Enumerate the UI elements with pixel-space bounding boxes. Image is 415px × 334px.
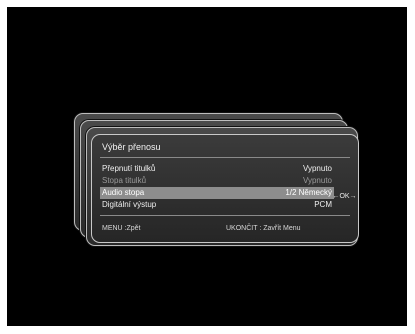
settings-list: Přepnutí titulků Vypnuto Stopa titulků V… [100,163,334,211]
subtitle-toggle-row[interactable]: Přepnutí titulků Vypnuto [100,163,334,175]
digital-output-value: PCM [314,200,332,209]
dialog-footer: MENU :Zpět UKONČIT : Zavřít Menu [100,223,350,235]
exit-close-menu-hint[interactable]: UKONČIT : Zavřít Menu [226,223,301,235]
audio-track-row[interactable]: Audio stopa 1/2 Německý [100,187,334,199]
title-divider [100,157,350,158]
ok-arrows-hint[interactable]: ←OK→ [331,191,358,203]
transfer-selection-dialog: Výběr přenosu Přepnutí titulků Vypnuto S… [91,134,359,243]
audio-track-label: Audio stopa [102,188,145,197]
digital-output-label: Digitální výstup [102,200,157,209]
subtitle-toggle-value: Vypnuto [302,164,332,173]
dialog-title: Výběr přenosu [102,142,161,152]
digital-output-row[interactable]: Digitální výstup PCM [100,199,334,211]
footer-divider [100,215,350,216]
subtitle-track-label: Stopa titulků [102,176,147,185]
subtitle-track-value: Vypnuto [302,176,332,185]
subtitle-toggle-label: Přepnutí titulků [102,164,156,173]
subtitle-track-row: Stopa titulků Vypnuto [100,175,334,187]
menu-back-hint[interactable]: MENU :Zpět [102,223,141,235]
audio-track-value: 1/2 Německý [285,188,332,197]
tv-screen: Výběr přenosu Přepnutí titulků Vypnuto S… [7,7,407,326]
